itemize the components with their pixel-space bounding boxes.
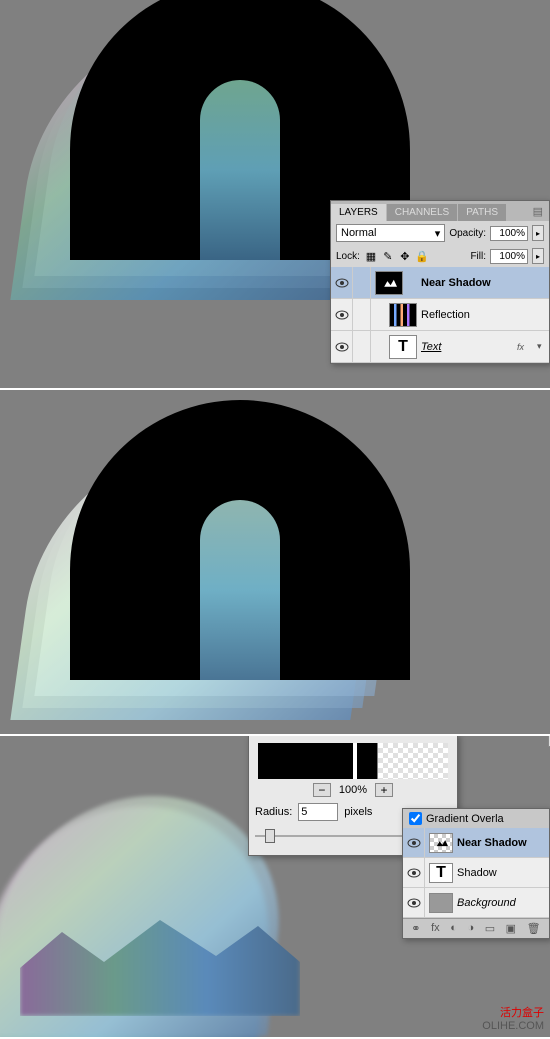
lock-transparency-icon[interactable]: ▦ xyxy=(364,250,378,263)
tab-paths[interactable]: PATHS xyxy=(458,204,506,221)
canvas-section-3: − 100% + Radius: pixels verla Gradient O… xyxy=(0,734,550,1037)
layer-row[interactable]: T Shadow xyxy=(403,858,549,888)
trash-icon[interactable]: 🗑 xyxy=(527,922,541,935)
lock-label: Lock: xyxy=(336,251,360,262)
opacity-label: Opacity: xyxy=(449,228,486,239)
layer-thumbnail[interactable]: T xyxy=(429,863,453,883)
canvas-section-1: LAYERS CHANNELS PATHS ▤ Normal▾ Opacity:… xyxy=(0,0,550,388)
mask-icon[interactable]: ◐ xyxy=(450,922,457,935)
layer-thumbnail[interactable] xyxy=(429,833,453,853)
chevron-down-icon[interactable]: ▾ xyxy=(537,341,549,352)
layer-thumbnail[interactable] xyxy=(375,271,403,295)
layers-panel-2: Gradient Overla Near Shadow T Shadow Bac… xyxy=(402,808,550,939)
visibility-icon[interactable] xyxy=(331,331,353,362)
visibility-icon[interactable] xyxy=(331,299,353,330)
fill-label: Fill: xyxy=(470,251,486,262)
fx-icon[interactable]: fx xyxy=(431,922,440,935)
layer-panel-footer: ⚭ fx ◐ ◑ ▭ ▣ 🗑 xyxy=(403,918,549,938)
visibility-icon[interactable] xyxy=(403,858,425,887)
tab-layers[interactable]: LAYERS xyxy=(331,204,386,221)
layer-thumbnail[interactable] xyxy=(389,303,417,327)
lock-move-icon[interactable]: ✥ xyxy=(398,250,412,263)
fill-value[interactable]: 100% xyxy=(490,249,528,264)
zoom-in-button[interactable]: + xyxy=(375,783,393,797)
radius-input[interactable] xyxy=(298,803,338,821)
slider-thumb[interactable] xyxy=(265,829,275,843)
layer-thumbnail[interactable]: T xyxy=(389,335,417,359)
zoom-value: 100% xyxy=(339,784,367,796)
radius-unit: pixels xyxy=(344,806,372,818)
layer-row[interactable]: Reflection xyxy=(331,299,549,331)
visibility-icon[interactable] xyxy=(403,828,425,857)
layer-name[interactable]: Reflection xyxy=(421,309,549,321)
layer-name[interactable]: Background xyxy=(457,897,549,909)
link-cell[interactable] xyxy=(353,331,371,362)
layer-row[interactable]: Near Shadow xyxy=(331,267,549,299)
visibility-icon[interactable] xyxy=(331,267,353,298)
layer-list: Near Shadow Reflection T Text fx ▾ xyxy=(331,267,549,363)
opacity-arrow-icon[interactable]: ▸ xyxy=(532,225,544,241)
link-cell[interactable] xyxy=(353,267,371,298)
watermark: 活力盒子 OLIHE.COM xyxy=(482,1007,544,1033)
lock-all-icon[interactable]: 🔒 xyxy=(415,250,429,263)
blur-preview xyxy=(258,743,448,779)
layer-name[interactable]: Near Shadow xyxy=(457,837,549,849)
layer-name[interactable]: Near Shadow xyxy=(421,277,549,289)
adjustment-icon[interactable]: ◑ xyxy=(467,922,474,935)
fill-arrow-icon[interactable]: ▸ xyxy=(532,248,544,264)
layer-row[interactable]: Background xyxy=(403,888,549,918)
layer-row[interactable]: Near Shadow xyxy=(403,828,549,858)
effect-checkbox[interactable] xyxy=(409,812,422,825)
panel-menu-icon[interactable]: ▤ xyxy=(527,202,549,221)
layer-thumbnail[interactable] xyxy=(429,893,453,913)
fx-badge[interactable]: fx xyxy=(517,342,537,352)
lock-icons: ▦ ✎ ✥ 🔒 xyxy=(364,250,429,263)
tab-channels[interactable]: CHANNELS xyxy=(387,204,457,221)
folder-icon[interactable]: ▭ xyxy=(485,922,495,935)
layer-name[interactable]: Shadow xyxy=(457,867,549,879)
layers-panel: LAYERS CHANNELS PATHS ▤ Normal▾ Opacity:… xyxy=(330,200,550,364)
link-layers-icon[interactable]: ⚭ xyxy=(411,922,420,935)
canvas-section-2 xyxy=(0,388,550,734)
zoom-out-button[interactable]: − xyxy=(313,783,331,797)
layer-row[interactable]: T Text fx ▾ xyxy=(331,331,549,363)
link-cell[interactable] xyxy=(353,299,371,330)
panel-tabs: LAYERS CHANNELS PATHS ▤ xyxy=(331,201,549,221)
new-layer-icon[interactable]: ▣ xyxy=(506,922,516,935)
layer-name[interactable]: Text xyxy=(421,341,517,353)
blend-mode-select[interactable]: Normal▾ xyxy=(336,224,445,242)
lock-paint-icon[interactable]: ✎ xyxy=(381,250,395,263)
gradient-overlay-effect[interactable]: Gradient Overla xyxy=(403,809,549,828)
chevron-down-icon: ▾ xyxy=(435,227,441,240)
opacity-value[interactable]: 100% xyxy=(490,226,528,241)
radius-label: Radius: xyxy=(255,806,292,818)
visibility-icon[interactable] xyxy=(403,888,425,917)
effect-label: Gradient Overla xyxy=(426,813,504,825)
